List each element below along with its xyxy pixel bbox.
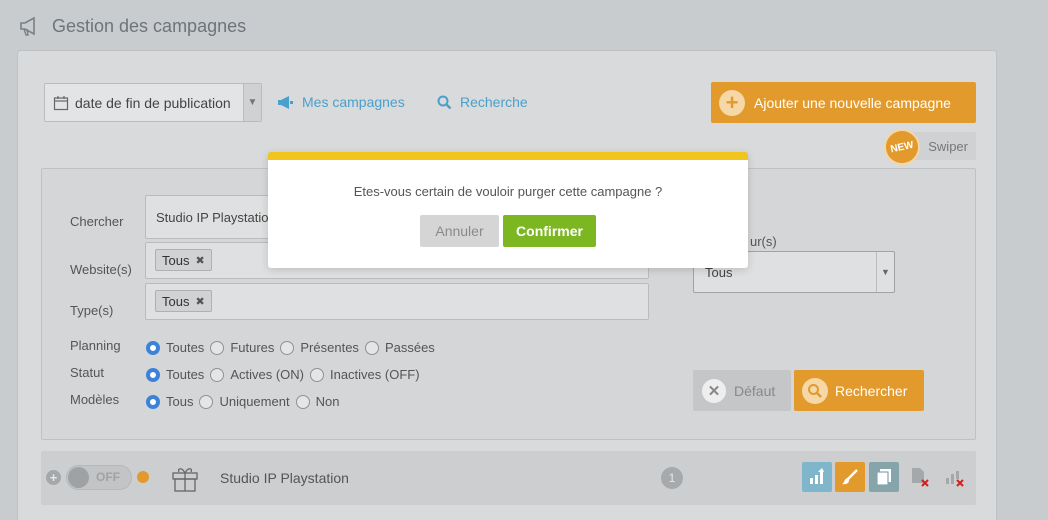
radio-button[interactable]: [309, 367, 324, 382]
planning-radio-group: Toutes Futures Présentes Passées: [146, 340, 441, 355]
toggle-label: OFF: [96, 470, 120, 484]
stats-button[interactable]: [802, 462, 832, 492]
my-campaigns-label: Mes campagnes: [302, 94, 405, 110]
radio-button[interactable]: [280, 340, 295, 355]
type-filter-label: Type(s): [70, 303, 114, 318]
radio-button[interactable]: [364, 340, 379, 355]
search-button[interactable]: Rechercher: [794, 370, 924, 411]
add-campaign-button[interactable]: + Ajouter une nouvelle campagne: [711, 82, 976, 123]
dialog-message: Etes-vous certain de vouloir purger cett…: [353, 184, 663, 199]
search-input[interactable]: Studio IP Playstation: [145, 195, 275, 239]
radio-planning-futures[interactable]: Futures: [210, 340, 274, 355]
toggle-knob: [68, 467, 89, 488]
plus-circle-icon[interactable]: +: [46, 470, 61, 485]
user-filter-label: ur(s): [750, 234, 777, 249]
cancel-button[interactable]: Annuler: [420, 215, 499, 247]
add-campaign-label: Ajouter une nouvelle campagne: [754, 94, 951, 111]
website-tag-label: Tous: [162, 252, 190, 268]
radio-planning-toutes[interactable]: Toutes: [146, 340, 204, 355]
radio-button[interactable]: [199, 394, 214, 409]
megaphone-icon: [18, 14, 42, 38]
page-header: Gestion des campagnes: [18, 12, 246, 40]
my-campaigns-link[interactable]: Mes campagnes: [277, 94, 405, 110]
search-button-label: Rechercher: [835, 382, 908, 399]
radio-planning-passees[interactable]: Passées: [364, 340, 435, 355]
radio-statut-toutes[interactable]: Toutes: [146, 367, 204, 382]
modeles-radio-group: Tous Uniquement Non: [146, 394, 345, 409]
radio-statut-actives[interactable]: Actives (ON): [210, 367, 304, 382]
search-icon: [802, 377, 828, 404]
website-filter-label: Website(s): [70, 262, 132, 277]
radio-modeles-uniquement[interactable]: Uniquement: [199, 394, 290, 409]
brush-icon: [842, 469, 858, 485]
radio-button[interactable]: [210, 367, 225, 382]
type-tag[interactable]: Tous ✖: [155, 290, 212, 312]
page-title: Gestion des campagnes: [52, 15, 247, 36]
campaign-toggle[interactable]: OFF: [66, 465, 132, 490]
planning-label: Planning: [70, 338, 121, 353]
calendar-icon: [53, 95, 69, 111]
radio-modeles-tous[interactable]: Tous: [146, 394, 193, 409]
statut-radio-group: Toutes Actives (ON) Inactives (OFF): [146, 367, 426, 382]
swiper-label: Swiper: [928, 138, 968, 154]
gift-icon: [170, 463, 200, 496]
remove-tag-icon[interactable]: ✖: [195, 295, 204, 308]
edit-button[interactable]: [835, 462, 865, 492]
copy-icon: [876, 469, 891, 486]
megaphone-icon: [278, 95, 293, 109]
chevron-down-icon: ▼: [876, 252, 894, 292]
default-button-label: Défaut: [734, 382, 776, 399]
chevron-down-icon[interactable]: ▼: [243, 84, 261, 121]
website-tag[interactable]: Tous ✖: [155, 249, 212, 271]
sort-select[interactable]: date de fin de publication ▼: [44, 83, 262, 122]
remove-tag-icon[interactable]: ✖: [195, 254, 204, 267]
radio-button[interactable]: [146, 367, 160, 382]
radio-statut-inactives[interactable]: Inactives (OFF): [309, 367, 420, 382]
confirm-purge-dialog: Etes-vous certain de vouloir purger cett…: [268, 152, 748, 268]
radio-button[interactable]: [295, 394, 310, 409]
search-link[interactable]: Recherche: [437, 94, 528, 110]
search-icon: [437, 95, 452, 109]
confirm-button[interactable]: Confirmer: [503, 215, 596, 247]
search-filter-label: Chercher: [70, 214, 124, 229]
count-badge: 1: [661, 467, 683, 489]
radio-button[interactable]: [210, 340, 225, 355]
modeles-label: Modèles: [70, 392, 120, 407]
reset-stats-button[interactable]: [940, 462, 970, 492]
chart-up-icon: [810, 468, 824, 484]
radio-planning-presentes[interactable]: Présentes: [280, 340, 359, 355]
delete-file-icon: [912, 468, 929, 487]
type-tag-label: Tous: [162, 293, 190, 309]
default-button[interactable]: ✕ Défaut: [693, 370, 791, 411]
status-dot: [137, 471, 149, 483]
close-icon: ✕: [702, 378, 726, 403]
statut-label: Statut: [70, 365, 104, 380]
radio-modeles-non[interactable]: Non: [295, 394, 339, 409]
plus-icon: +: [719, 89, 745, 116]
search-link-label: Recherche: [460, 94, 528, 110]
reset-stats-icon: [946, 471, 964, 487]
sort-select-value: date de fin de publication: [75, 94, 231, 111]
radio-button[interactable]: [146, 394, 160, 409]
type-multiselect[interactable]: [145, 283, 649, 320]
radio-button[interactable]: [146, 340, 160, 355]
purge-button[interactable]: [905, 462, 935, 492]
duplicate-button[interactable]: [869, 462, 899, 492]
campaign-name[interactable]: Studio IP Playstation: [220, 470, 349, 486]
